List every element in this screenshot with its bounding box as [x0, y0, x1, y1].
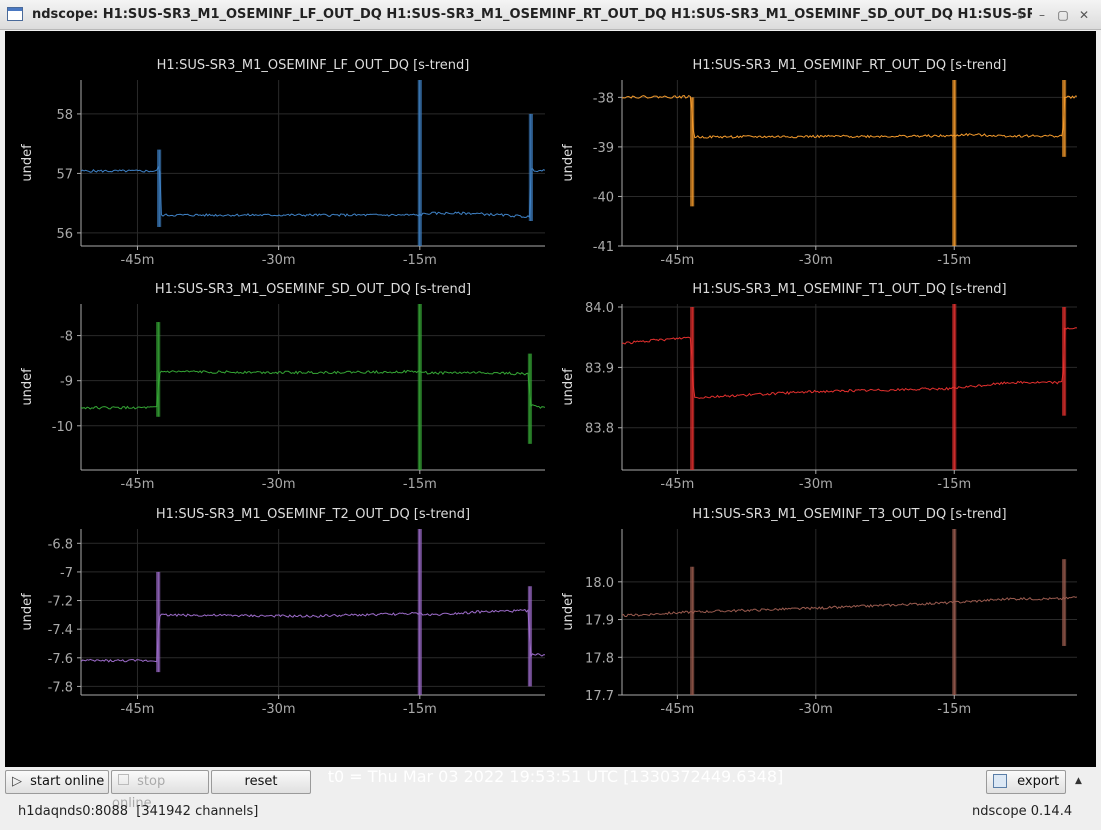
- series-line: [81, 608, 545, 663]
- y-tick-label: -38: [593, 91, 614, 106]
- series-line: [81, 165, 545, 219]
- x-tick-label: -45m: [121, 477, 155, 492]
- status-server: h1daqnds0:8088 [341942 channels]: [18, 804, 258, 819]
- y-tick-label: -8: [60, 330, 73, 345]
- plot-panel-6[interactable]: -45m -30m -15m 18.0 17.9 17.8 17.7 H1:SUS-SR3_M…: [561, 507, 1077, 717]
- plot-panel-5[interactable]: -45m -30m -15m -6.8 -7 -7.2 -7.4 -7.6 -7.8 H1:SUS…: [20, 507, 545, 717]
- y-tick-label: 17.7: [585, 689, 614, 704]
- x-tick-label: -15m: [403, 253, 437, 268]
- y-tick-label: -41: [593, 240, 614, 255]
- plot-panel-2[interactable]: -45m -30m -15m -38 -39 -40 -41 H1:SUS-SR3_M1_OS…: [561, 58, 1077, 268]
- x-tick-label: -45m: [121, 253, 155, 268]
- plot-title: H1:SUS-SR3_M1_OSEMINF_T2_OUT_DQ [s-trend…: [156, 507, 470, 522]
- plot-title: H1:SUS-SR3_M1_OSEMINF_LF_OUT_DQ [s-trend…: [157, 58, 470, 73]
- y-tick-label: -9: [60, 375, 73, 390]
- plot-panel-4[interactable]: -45m -30m -15m 84.0 83.9 83.8 H1:SUS-SR3_M1_OS…: [561, 282, 1077, 492]
- y-tick-label: 83.9: [585, 361, 614, 376]
- app-icon: [7, 7, 23, 21]
- stop-checkbox-icon: [118, 774, 129, 785]
- export-label: export: [1017, 774, 1060, 789]
- y-tick-label: 57: [56, 167, 73, 182]
- x-tick-label: -15m: [403, 477, 437, 492]
- y-tick-label: -40: [593, 190, 614, 205]
- plot-panel-3[interactable]: -45m -30m -15m -8 -9 -10 H1:SUS-SR3_M1_OSEMINF…: [20, 282, 545, 492]
- x-tick-label: -30m: [799, 702, 833, 717]
- data-layer: [622, 304, 1077, 470]
- series-line: [81, 369, 545, 410]
- start-online-label: start online: [30, 774, 105, 789]
- y-axis-label: undef: [561, 593, 576, 631]
- x-tick-label: -30m: [799, 253, 833, 268]
- y-tick-label: 17.8: [585, 651, 614, 666]
- data-layer: [81, 80, 545, 246]
- y-tick-label: -7: [60, 566, 73, 581]
- y-tick-label: 17.9: [585, 614, 614, 629]
- window-titlebar: ndscope: H1:SUS-SR3_M1_OSEMINF_LF_OUT_DQ…: [0, 0, 1101, 30]
- y-axis-label: undef: [20, 593, 35, 631]
- plot-area[interactable]: -45m -30m -15m 56 57 58 H1:SUS-SR3_M1_OSEMINF_…: [5, 31, 1096, 786]
- x-tick-label: -45m: [660, 702, 694, 717]
- data-layer: [81, 304, 545, 470]
- start-online-button[interactable]: ▷ start online: [5, 770, 109, 794]
- minimize-icon[interactable]: –: [1032, 5, 1052, 25]
- keep-above-icon[interactable]: ⇧: [1010, 5, 1030, 25]
- y-tick-label: -10: [52, 420, 73, 435]
- data-layer: [622, 80, 1077, 246]
- y-tick-label: -6.8: [48, 537, 73, 552]
- y-axis-label: undef: [561, 144, 576, 182]
- plot-panel-1[interactable]: -45m -30m -15m 56 57 58 H1:SUS-SR3_M1_OSEMINF_…: [20, 58, 545, 268]
- y-axis-label: undef: [561, 368, 576, 406]
- channel-count: [341942 channels]: [136, 804, 259, 819]
- x-tick-label: -15m: [937, 253, 971, 268]
- stop-online-button[interactable]: stop online: [111, 770, 209, 811]
- y-axis-label: undef: [20, 144, 35, 182]
- x-tick-label: -45m: [121, 702, 155, 717]
- close-icon[interactable]: ✕: [1074, 5, 1094, 25]
- plot-title: H1:SUS-SR3_M1_OSEMINF_T3_OUT_DQ [s-trend…: [692, 507, 1006, 522]
- y-tick-label: 56: [56, 227, 73, 242]
- x-tick-label: -15m: [403, 702, 437, 717]
- export-icon: [993, 774, 1007, 788]
- plot-title: H1:SUS-SR3_M1_OSEMINF_RT_OUT_DQ [s-trend…: [693, 58, 1007, 73]
- y-axis-label: undef: [20, 368, 35, 406]
- y-tick-label: -7.6: [48, 652, 73, 667]
- x-tick-label: -30m: [262, 477, 296, 492]
- y-tick-label: 83.8: [585, 422, 614, 437]
- export-button[interactable]: export: [986, 770, 1066, 794]
- data-layer: [622, 529, 1077, 695]
- reset-button[interactable]: reset: [211, 770, 311, 794]
- x-tick-label: -45m: [660, 477, 694, 492]
- y-tick-label: -7.2: [48, 595, 73, 610]
- maximize-icon[interactable]: ▢: [1053, 5, 1073, 25]
- x-tick-label: -45m: [660, 253, 694, 268]
- data-layer: [81, 529, 545, 695]
- x-tick-label: -15m: [937, 477, 971, 492]
- y-tick-label: 84.0: [585, 301, 614, 316]
- x-tick-label: -30m: [262, 253, 296, 268]
- plot-title: H1:SUS-SR3_M1_OSEMINF_T1_OUT_DQ [s-trend…: [692, 282, 1006, 297]
- play-icon: ▷: [12, 774, 22, 789]
- x-tick-label: -30m: [799, 477, 833, 492]
- plot-title: H1:SUS-SR3_M1_OSEMINF_SD_OUT_DQ [s-trend…: [155, 282, 471, 297]
- y-tick-label: -7.8: [48, 680, 73, 695]
- y-tick-label: 58: [56, 108, 73, 123]
- server-address: h1daqnds0:8088: [18, 804, 128, 819]
- plot-grid[interactable]: -45m -30m -15m 56 57 58 H1:SUS-SR3_M1_OSEMINF_…: [5, 31, 1096, 767]
- y-tick-label: -39: [593, 141, 614, 156]
- collapse-arrow-icon[interactable]: ▲: [1075, 776, 1082, 786]
- x-tick-label: -30m: [262, 702, 296, 717]
- window-title: ndscope: H1:SUS-SR3_M1_OSEMINF_LF_OUT_DQ…: [32, 7, 1032, 22]
- y-tick-label: 18.0: [585, 576, 614, 591]
- y-tick-label: -7.4: [48, 623, 73, 638]
- status-version: ndscope 0.14.4: [972, 804, 1073, 819]
- x-tick-label: -15m: [937, 702, 971, 717]
